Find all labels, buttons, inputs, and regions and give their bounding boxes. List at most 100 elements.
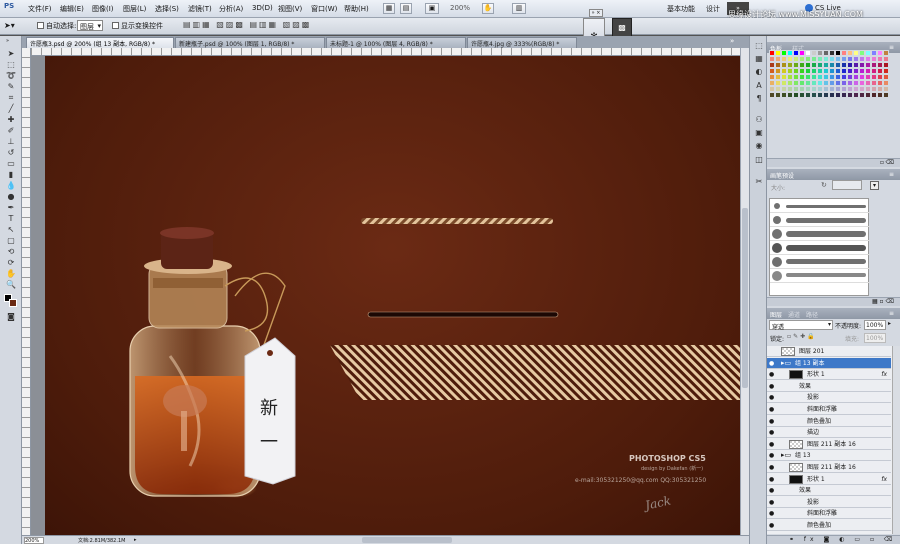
tab-doc-4[interactable]: 许愿瓶4.jpg @ 333%(RGB/8) * xyxy=(467,37,577,48)
layer-row[interactable]: ● ▸▭ 组 13 副本 xyxy=(767,357,891,369)
status-zoom[interactable]: 200% xyxy=(24,537,44,544)
new-brush-icon[interactable]: ▾ xyxy=(870,181,879,190)
layers-footer-icons[interactable]: ⚭ fx ◙ ◐ ▭ ▫ ⌫ xyxy=(789,536,896,543)
visibility-eye-icon[interactable]: ● xyxy=(769,427,777,438)
blend-mode-dropdown[interactable]: 穿透 ▾ xyxy=(769,320,833,331)
document-canvas[interactable]: 新 一 PHOTOSHOP CS5 design by Dakefan (新一)… xyxy=(45,56,740,535)
menu-filter[interactable]: 滤镜(T) xyxy=(188,4,212,14)
healing-brush-icon[interactable]: ✚ xyxy=(4,115,18,125)
layer-list[interactable]: 图层 201 ● ▸▭ 组 13 副本 ● 形状 1 fx ● 效果 ● 投影 ● 斜面和浮雕 ● 颜色叠加… xyxy=(767,346,900,534)
auto-select-checkbox[interactable] xyxy=(37,22,44,29)
3d-rotate-icon[interactable]: ⟲ xyxy=(4,247,18,257)
brush-preset[interactable] xyxy=(770,255,870,269)
visibility-eye-icon[interactable]: ● xyxy=(769,381,777,392)
brush-footer-icons[interactable]: ▦ ▫ ⌫ xyxy=(872,298,894,305)
adjustments-icon[interactable]: ◐ xyxy=(753,66,765,77)
eraser-icon[interactable]: ▭ xyxy=(4,159,18,169)
layer-row[interactable]: ● 描边 xyxy=(767,427,891,439)
tab-layers[interactable]: 图层 xyxy=(770,310,782,319)
move-tool-icon[interactable]: ➤▾ xyxy=(4,21,15,30)
eyedropper-icon[interactable]: ╱ xyxy=(4,104,18,114)
marquee-icon[interactable]: ⬚ xyxy=(4,60,18,70)
swatch-grid[interactable] xyxy=(769,50,893,101)
new-swatch-icon[interactable]: ▫ xyxy=(880,159,884,166)
blur-icon[interactable]: 💧 xyxy=(4,181,18,191)
tabs-overflow-icon[interactable]: » xyxy=(730,37,734,45)
menu-layer[interactable]: 图层(L) xyxy=(123,4,146,14)
layer-row[interactable]: ● 图层 211 副本 16 xyxy=(767,439,891,450)
brush-list[interactable] xyxy=(769,198,870,296)
actions-icon[interactable]: ◉ xyxy=(753,140,765,151)
layer-fx-icon[interactable]: fx xyxy=(881,369,887,380)
layer-fx-icon[interactable]: fx xyxy=(881,474,887,485)
workspace-basic-button[interactable]: 基本功能 xyxy=(667,4,695,14)
opacity-arrow-icon[interactable]: ▸ xyxy=(888,320,891,327)
visibility-eye-icon[interactable]: ● xyxy=(769,369,777,380)
lasso-icon[interactable]: ➰ xyxy=(4,71,18,81)
history-brush-icon[interactable]: ↺ xyxy=(4,148,18,158)
brush-settings-icon[interactable]: ✂ xyxy=(753,176,765,187)
visibility-eye-icon[interactable]: ● xyxy=(769,497,777,508)
brush-preset[interactable] xyxy=(770,269,870,283)
pen-icon[interactable]: ✒ xyxy=(4,203,18,213)
crop-icon[interactable]: ⌗ xyxy=(4,93,18,103)
paragraph-icon[interactable]: ¶ xyxy=(753,93,765,104)
tab-paths[interactable]: 路径 xyxy=(806,310,818,319)
tab-doc-2[interactable]: 新建瓶子.psd @ 100% (图层 1, RGB/8) * xyxy=(175,37,325,48)
type-icon[interactable]: T xyxy=(4,214,18,224)
scrollbar-thumb[interactable] xyxy=(742,208,748,388)
3d-panel-icon[interactable]: ⬚ xyxy=(753,40,765,51)
timeline-icon[interactable]: ▦ xyxy=(753,53,765,64)
path-select-icon[interactable]: ↖ xyxy=(4,225,18,235)
brush-preset[interactable] xyxy=(770,213,870,227)
visibility-eye-icon[interactable]: ● xyxy=(769,520,777,531)
layer-row[interactable]: ● 效果 xyxy=(767,485,891,497)
vertical-ruler[interactable] xyxy=(22,48,31,535)
panel-collapse-icon[interactable]: » × xyxy=(589,9,603,17)
menu-select[interactable]: 选择(S) xyxy=(155,4,179,14)
visibility-eye-icon[interactable]: ● xyxy=(769,439,777,450)
menu-view[interactable]: 视图(V) xyxy=(278,4,302,14)
tab-brush-presets[interactable]: 画笔预设 xyxy=(770,171,794,180)
layer-row[interactable]: ● 图层 211 副本 16 xyxy=(767,462,891,473)
visibility-eye-icon[interactable]: ● xyxy=(769,392,777,403)
align-buttons[interactable]: ▤▥▦ ▧▨▩ ▤▥▦ ▧▨▩ xyxy=(183,20,373,32)
menu-analysis[interactable]: 分析(A) xyxy=(219,4,243,14)
visibility-eye-icon[interactable]: ● xyxy=(769,508,777,519)
brush-panel-menu-icon[interactable]: ≡ xyxy=(889,171,894,178)
layer-row[interactable]: ● 投影 xyxy=(767,497,891,508)
swatch[interactable] xyxy=(883,92,889,98)
menu-file[interactable]: 文件(F) xyxy=(28,4,52,14)
clone-stamp-icon[interactable]: ⊥ xyxy=(4,137,18,147)
visibility-eye-icon[interactable]: ● xyxy=(769,358,777,369)
brush-icon[interactable]: ✐ xyxy=(4,126,18,136)
tab-doc-1[interactable]: 许愿瓶3.psd @ 200% (组 13 副本, RGB/8) * xyxy=(26,37,174,48)
menu-window[interactable]: 窗口(W) xyxy=(311,4,337,14)
horizontal-ruler[interactable] xyxy=(22,48,740,56)
quick-select-icon[interactable]: ✎ xyxy=(4,82,18,92)
clone-source-icon[interactable]: ⚇ xyxy=(753,114,765,125)
layer-row[interactable]: ● 颜色叠加 xyxy=(767,520,891,531)
layer-row[interactable]: ● 斜面和浮雕 xyxy=(767,508,891,520)
hand-tool-icon[interactable]: ✋ xyxy=(482,3,494,14)
menu-image[interactable]: 图像(I) xyxy=(92,4,114,14)
layer-row[interactable]: 图层 201 xyxy=(767,346,891,357)
visibility-eye-icon[interactable]: ● xyxy=(769,485,777,496)
dodge-icon[interactable]: ● xyxy=(4,192,18,202)
masks-icon[interactable]: ◫ xyxy=(753,154,765,165)
visibility-eye-icon[interactable]: ● xyxy=(769,450,777,461)
lock-icons[interactable]: ▫✎✚🔒 xyxy=(787,333,817,340)
status-arrow-icon[interactable]: ▸ xyxy=(134,537,137,543)
brush-size-field[interactable] xyxy=(832,180,862,190)
menu-edit[interactable]: 编辑(E) xyxy=(60,4,84,14)
vertical-scrollbar[interactable] xyxy=(740,48,749,535)
brush-reset-icon[interactable]: ↻ xyxy=(821,181,827,189)
hand-icon[interactable]: ✋ xyxy=(4,269,18,279)
bridge-icon[interactable]: ▦ xyxy=(383,3,395,14)
layers-panel-menu-icon[interactable]: ≡ xyxy=(889,310,894,317)
history-icon[interactable]: ▣ xyxy=(753,127,765,138)
auto-select-dropdown[interactable]: 图层 ▾ xyxy=(77,20,103,31)
shape-icon[interactable]: ▢ xyxy=(4,236,18,246)
arrange-documents-icon[interactable]: ▥ xyxy=(512,3,526,14)
layer-row[interactable]: ● 形状 1 fx xyxy=(767,474,891,485)
